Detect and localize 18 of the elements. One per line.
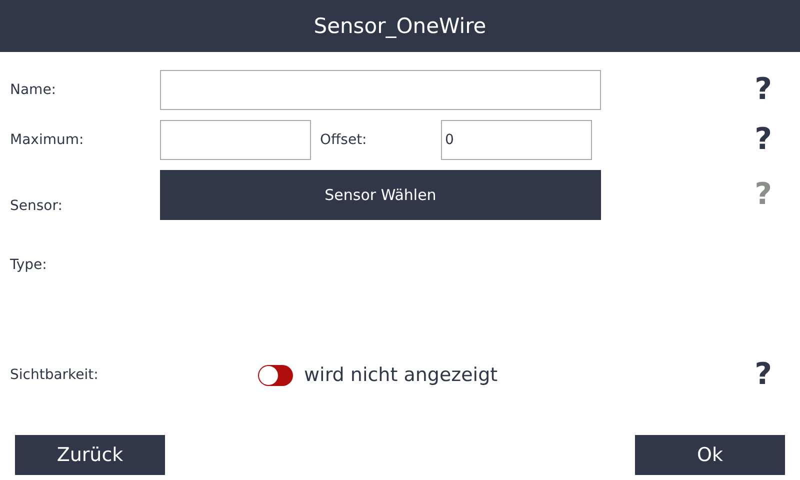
field-label: Sensor: <box>9 198 64 216</box>
field-label: Sichtbarkeit: <box>9 367 100 383</box>
help-button[interactable]: ? <box>750 123 776 157</box>
input-field[interactable]: 0 <box>441 120 592 160</box>
footer-button[interactable]: Zurück <box>15 435 165 475</box>
input-field[interactable] <box>160 70 601 110</box>
select-sensor-button[interactable]: Sensor Wählen <box>160 170 601 220</box>
field-label: Name: <box>9 82 58 98</box>
field-label: Offset: <box>319 132 368 148</box>
footer-button[interactable]: Ok <box>635 435 785 475</box>
field-label: Type: <box>9 257 48 273</box>
input-field[interactable] <box>160 120 311 160</box>
toggle-switch[interactable] <box>258 364 293 386</box>
help-button[interactable]: ? <box>750 358 776 392</box>
field-label: Maximum: <box>9 132 85 148</box>
toggle-state-text: wird nicht angezeigt <box>304 364 498 386</box>
window-title: Sensor_OneWire <box>314 14 486 38</box>
help-button[interactable]: ? <box>750 73 776 107</box>
